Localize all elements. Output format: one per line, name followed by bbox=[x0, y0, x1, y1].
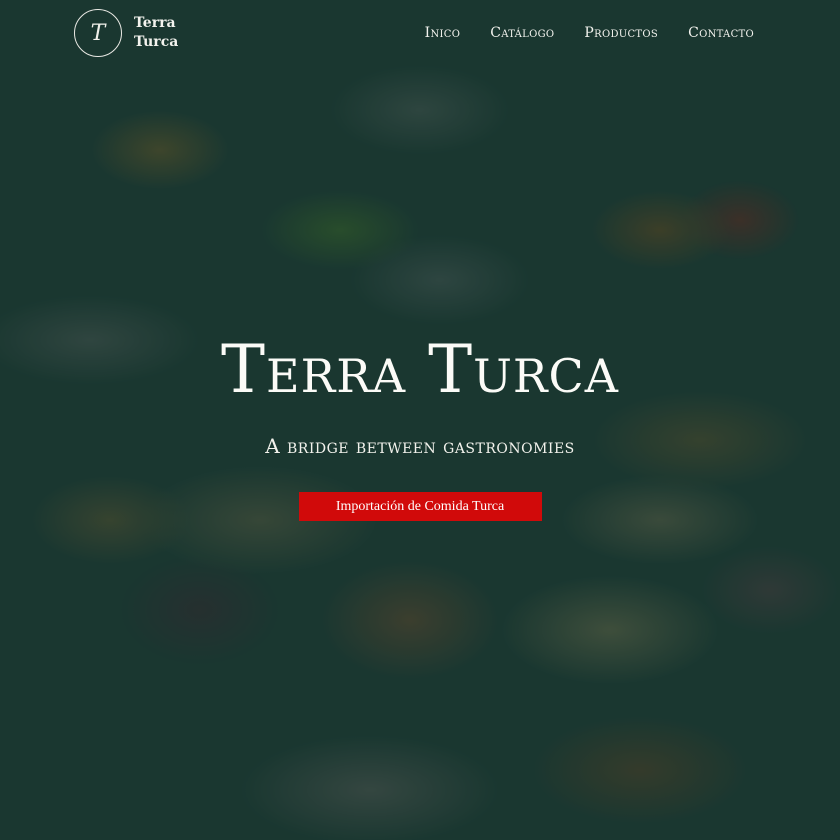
hero-subtitle: A bridge between gastronomies bbox=[265, 434, 575, 458]
brand-logo-letter: T bbox=[90, 20, 106, 46]
brand-name: Terra Turca bbox=[134, 14, 178, 52]
nav-item-inicio[interactable]: Inico bbox=[425, 25, 461, 41]
brand-logo-icon: T bbox=[74, 9, 122, 57]
main-nav: Inico Catálogo Productos Contacto bbox=[425, 25, 754, 41]
import-cta-button[interactable]: Importación de Comida Turca bbox=[298, 492, 542, 521]
brand-link[interactable]: T Terra Turca bbox=[74, 9, 178, 57]
navbar: T Terra Turca Inico Catálogo Productos C… bbox=[0, 0, 840, 66]
nav-item-contacto[interactable]: Contacto bbox=[688, 25, 754, 41]
nav-item-catalogo[interactable]: Catálogo bbox=[490, 25, 554, 41]
brand-name-line2: Turca bbox=[134, 34, 179, 50]
hero-content: Terra Turca A bridge between gastronomie… bbox=[0, 330, 840, 521]
hero-section: T Terra Turca Inico Catálogo Productos C… bbox=[0, 0, 840, 840]
nav-item-productos[interactable]: Productos bbox=[584, 25, 658, 41]
brand-name-line1: Terra bbox=[134, 15, 176, 31]
hero-title: Terra Turca bbox=[221, 331, 619, 408]
